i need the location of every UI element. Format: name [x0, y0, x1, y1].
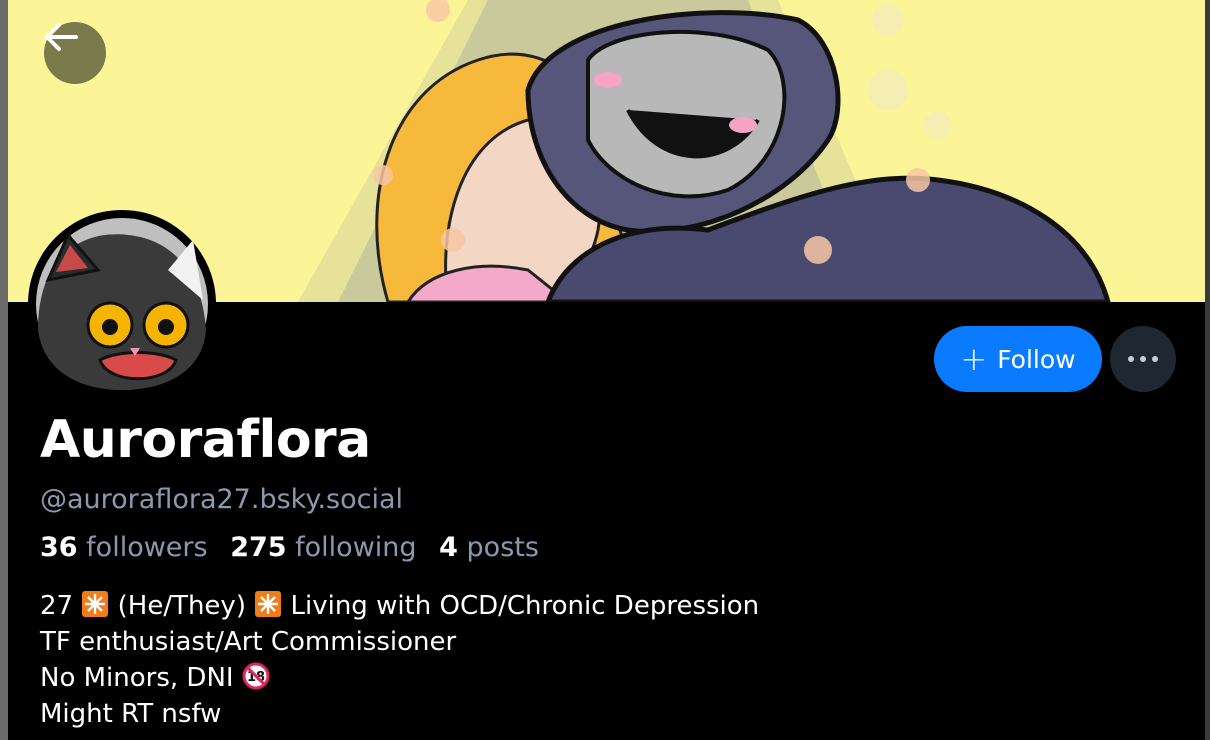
- more-options-button[interactable]: [1110, 326, 1176, 392]
- bio-line: TF enthusiast/Art Commissioner: [40, 627, 457, 657]
- window-left-edge: [0, 0, 8, 740]
- bio-text: 27: [40, 591, 74, 621]
- no-one-under-eighteen-icon: 18: [242, 662, 270, 690]
- posts-stat: 4 posts: [439, 532, 539, 563]
- bio-text: Living with OCD/Chronic Depression: [290, 591, 760, 621]
- ellipsis-icon: [1128, 356, 1158, 362]
- back-button[interactable]: [44, 22, 106, 84]
- bio-line: 27 (He/They) Living with OCD/Chronic Dep…: [40, 588, 759, 624]
- display-name: Auroraflora: [40, 410, 371, 470]
- posts-label: posts: [466, 532, 539, 563]
- bio-text: No Minors, DNI: [40, 663, 234, 693]
- bio-line: No Minors, DNI 18: [40, 660, 759, 696]
- followers-label: followers: [86, 532, 208, 563]
- avatar[interactable]: [28, 210, 216, 398]
- bio-line: Might RT nsfw: [40, 699, 222, 729]
- followers-count: 36: [40, 532, 78, 563]
- eight-pointed-star-icon: [255, 591, 282, 617]
- avatar-image: [30, 212, 214, 396]
- plus-icon: +: [960, 340, 988, 378]
- arrow-left-icon: [45, 23, 78, 51]
- followers-link[interactable]: 36 followers: [40, 532, 208, 563]
- posts-count: 4: [439, 532, 458, 563]
- profile-page: + Follow Auroraflora @auroraflora27.bsky…: [8, 0, 1205, 740]
- bio-text: (He/They): [117, 591, 246, 621]
- profile-bio: 27 (He/They) Living with OCD/Chronic Dep…: [40, 588, 759, 732]
- profile-stats: 36 followers 275 following 4 posts: [40, 532, 539, 563]
- follow-button-label: Follow: [997, 344, 1076, 374]
- following-count: 275: [230, 532, 287, 563]
- following-link[interactable]: 275 following: [230, 532, 416, 563]
- eight-pointed-star-icon: [82, 591, 109, 617]
- follow-button[interactable]: + Follow: [934, 326, 1102, 392]
- following-label: following: [295, 532, 417, 563]
- profile-handle: @auroraflora27.bsky.social: [40, 484, 404, 515]
- window-scrollbar[interactable]: [1205, 0, 1210, 740]
